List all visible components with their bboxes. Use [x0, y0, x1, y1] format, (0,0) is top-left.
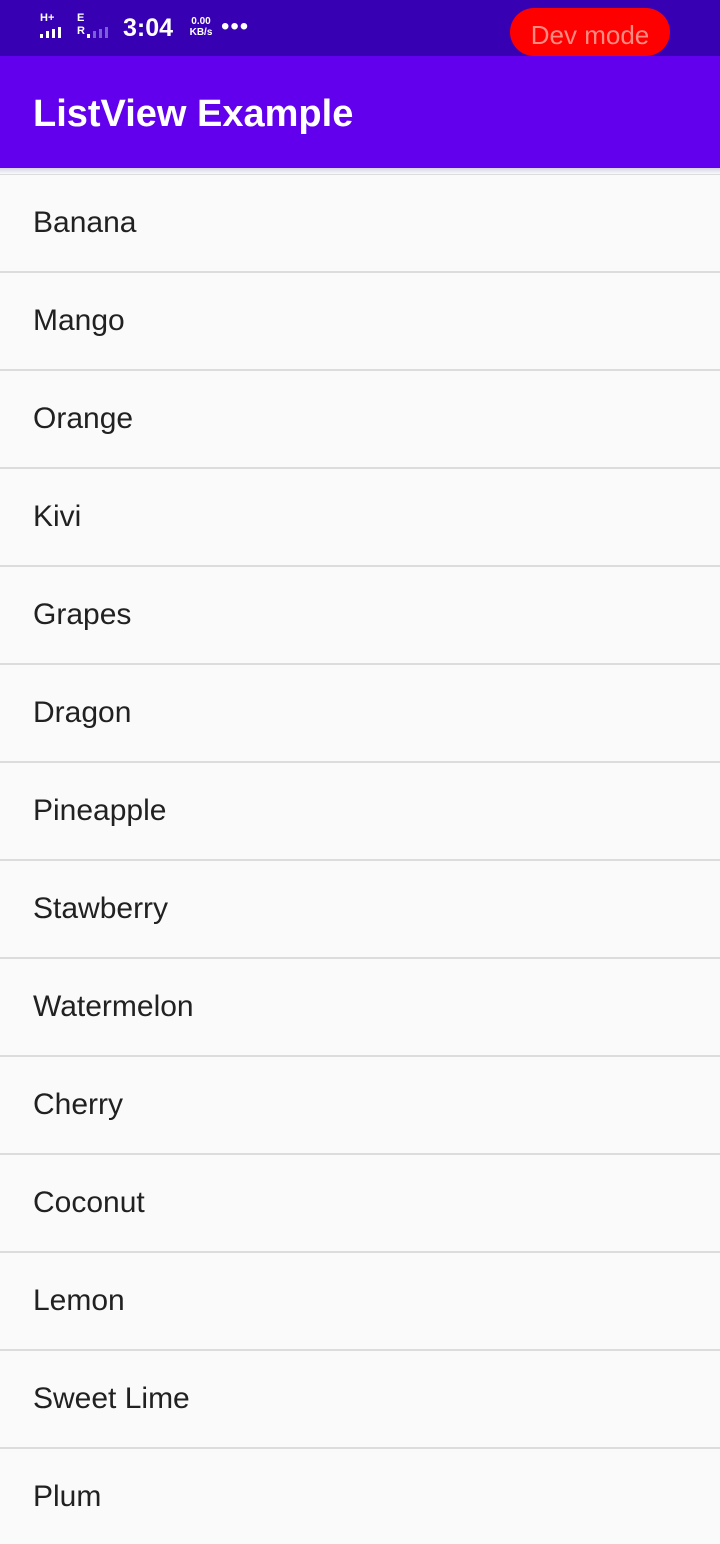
status-bar: H+ E R 3:04 0.00 KB/s ••• Dev mode — [0, 0, 720, 56]
status-time: 3:04 — [123, 14, 174, 42]
list-item-pineapple[interactable]: Pineapple — [0, 763, 720, 861]
fruit-list[interactable]: Banana Mango Orange Kivi Grapes Dragon P… — [0, 168, 720, 1544]
list-item-coconut[interactable]: Coconut — [0, 1155, 720, 1253]
network-indicator: H+ E R — [40, 13, 116, 41]
dev-mode-badge[interactable]: Dev mode — [510, 8, 670, 56]
roaming-label: R — [77, 25, 85, 37]
page-title: ListView Example — [33, 93, 354, 135]
list-item-lemon[interactable]: Lemon — [0, 1253, 720, 1351]
list-item-cherry[interactable]: Cherry — [0, 1057, 720, 1155]
network-type-label-2: E — [77, 12, 85, 24]
network-type-label: H+ — [40, 12, 55, 24]
network-speed: 0.00 KB/s — [184, 16, 218, 38]
list-item-dragon[interactable]: Dragon — [0, 665, 720, 763]
list-item-sweet-lime[interactable]: Sweet Lime — [0, 1351, 720, 1449]
list-item-grapes[interactable]: Grapes — [0, 567, 720, 665]
network-speed-unit: KB/s — [189, 27, 213, 38]
list-item-watermelon[interactable]: Watermelon — [0, 959, 720, 1057]
list-item-kivi[interactable]: Kivi — [0, 469, 720, 567]
signal-bars-2-icon — [87, 27, 108, 38]
network-speed-value: 0.00 — [191, 16, 211, 27]
app-bar: ListView Example — [0, 56, 720, 168]
signal-bars-icon — [40, 27, 61, 38]
list-item-stawberry[interactable]: Stawberry — [0, 861, 720, 959]
list-item-mango[interactable]: Mango — [0, 273, 720, 371]
more-dots-icon: ••• — [221, 13, 250, 40]
list-item-plum[interactable]: Plum — [0, 1449, 720, 1544]
list-item-banana[interactable]: Banana — [0, 175, 720, 273]
list-item-orange[interactable]: Orange — [0, 371, 720, 469]
